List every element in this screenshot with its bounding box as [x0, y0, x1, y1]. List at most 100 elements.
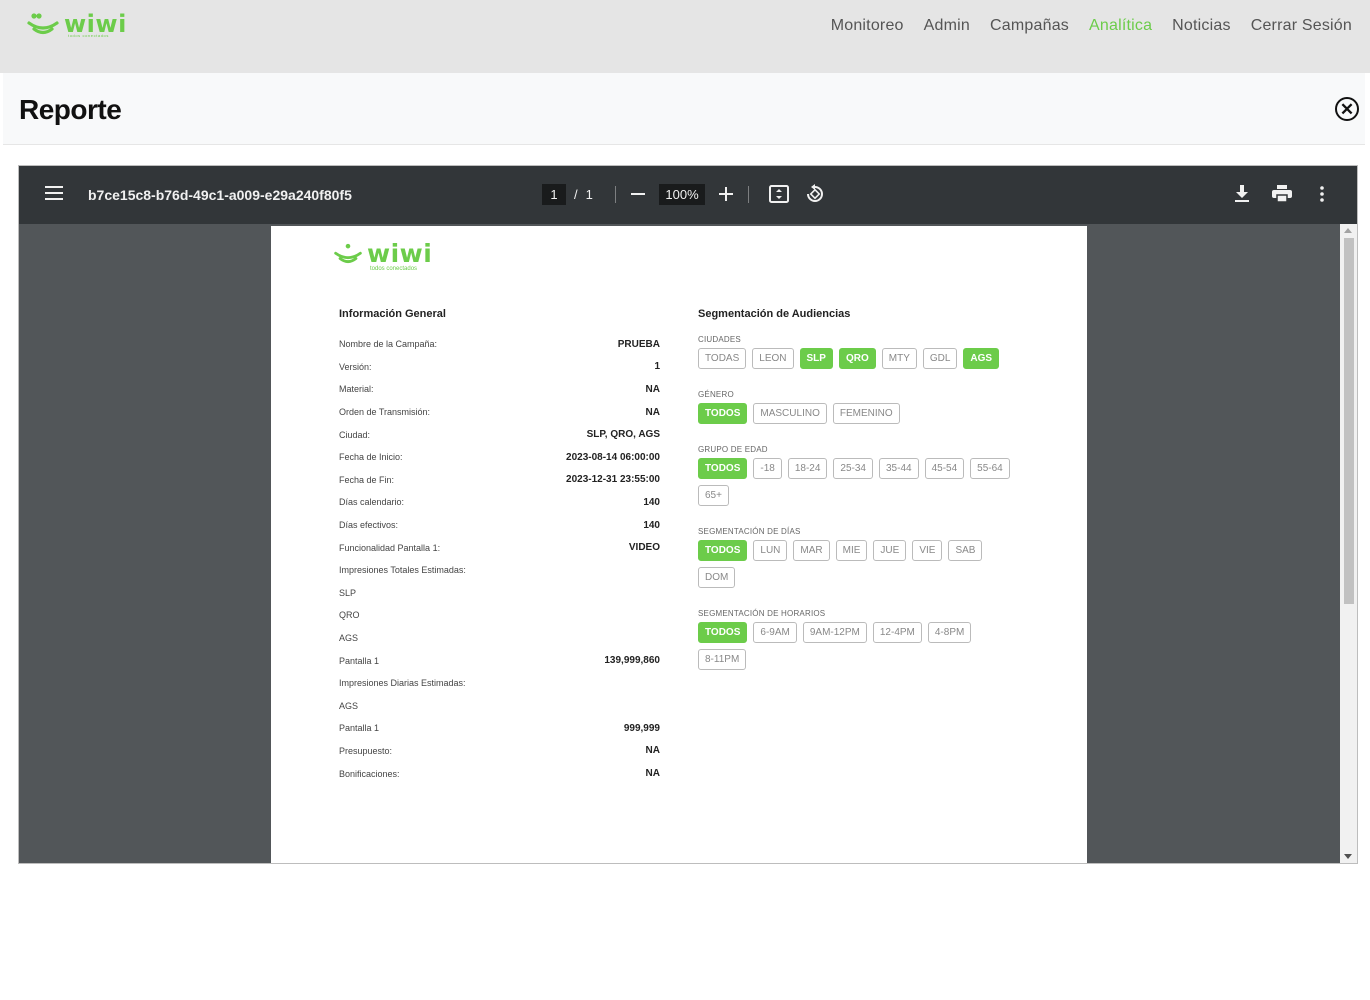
info-label: Días efectivos:: [339, 520, 399, 531]
report-logo-wordmark: wiwi: [367, 239, 433, 268]
segment-chip: AGS: [963, 348, 1000, 369]
main-nav: Monitoreo Admin Campañas Analítica Noticias C…: [811, 17, 1352, 35]
general-info-title: Información General: [339, 308, 446, 320]
segment-chip: FEMENINO: [832, 403, 900, 424]
scroll-down-icon[interactable]: [1344, 854, 1352, 859]
info-row: AGS: [339, 627, 660, 650]
wifi-smile-icon: [334, 243, 362, 264]
info-row: Pantalla 1 139,999,860: [339, 649, 660, 672]
segment-chip: TODOS: [698, 622, 748, 643]
info-row: Pantalla 1 999,999: [339, 717, 660, 740]
segment-chip: 65+: [698, 485, 729, 506]
segment-group-label: GRUPO DE EDAD: [698, 445, 768, 454]
info-label: Fecha de Inicio:: [339, 452, 403, 463]
info-row: Orden de Transmisión: NA: [339, 401, 660, 424]
nav-link-cerrar-sesi-n[interactable]: Cerrar Sesión: [1251, 17, 1352, 35]
scroll-up-icon[interactable]: [1344, 228, 1352, 233]
print-icon[interactable]: [1270, 182, 1294, 206]
info-value: NA: [645, 745, 660, 757]
nav-link-anal-tica[interactable]: Analítica: [1089, 17, 1152, 35]
page-number-input[interactable]: 1: [542, 184, 566, 205]
segment-chip-list: TODOS LUN MAR MIE JUE VIE SAB DOM: [698, 540, 1018, 594]
pdf-page: wiwi todos conectados Información Genera…: [271, 226, 1087, 863]
modal-header: Reporte ✕: [3, 73, 1365, 145]
pdf-viewer: b7ce15c8-b76d-49c1-a009-e29a240f80f5 1 /…: [18, 165, 1358, 864]
pdf-file-name: b7ce15c8-b76d-49c1-a009-e29a240f80f5: [88, 187, 352, 203]
pdf-scrollbar[interactable]: [1340, 224, 1357, 863]
segment-chip: 9AM-12PM: [802, 622, 867, 643]
brand-logo[interactable]: wiwi todos conectados: [26, 12, 127, 38]
info-value: PRUEBA: [617, 338, 660, 350]
nav-link-admin[interactable]: Admin: [924, 17, 970, 35]
scroll-thumb[interactable]: [1344, 238, 1354, 604]
info-label: Orden de Transmisión:: [339, 407, 431, 418]
close-icon[interactable]: ✕: [1335, 97, 1359, 121]
segment-group-label: SEGMENTACIÓN DE HORARIOS: [698, 609, 826, 618]
segment-chip: 12-4PM: [872, 622, 922, 643]
segment-group-label: CIUDADES: [698, 335, 741, 344]
menu-icon[interactable]: [45, 186, 63, 202]
general-info-rows: Nombre de la Campaña: PRUEBA Versión: 1 Mate…: [339, 333, 660, 785]
segmentation-title: Segmentación de Audiencias: [698, 308, 851, 320]
segmentation-groups: CIUDADES TODAS LEON SLP QRO MTY GDL AGS GÉNERO TO…: [698, 335, 1018, 676]
logo-tagline: todos conectados: [68, 33, 109, 38]
segment-chip: LEON: [752, 348, 794, 369]
segment-chip: MASCULINO: [753, 403, 827, 424]
info-value: 1: [654, 361, 660, 373]
segment-group-label: GÉNERO: [698, 390, 734, 399]
more-vert-icon[interactable]: [1310, 182, 1334, 206]
info-value: NA: [645, 768, 660, 780]
total-pages: 1: [585, 187, 593, 202]
segment-chip-list: TODOS 6-9AM 9AM-12PM 12-4PM 4-8PM 8-11PM: [698, 622, 1018, 676]
info-value: 140: [643, 519, 660, 531]
segment-chip: TODAS: [698, 348, 747, 369]
segment-chip: 8-11PM: [698, 649, 747, 670]
info-label: Pantalla 1: [339, 655, 380, 666]
segment-chip: 25-34: [833, 458, 873, 479]
segment-chip: TODOS: [698, 540, 748, 561]
info-label: SLP: [339, 587, 357, 598]
segment-chip: SAB: [948, 540, 983, 561]
info-row: SLP: [339, 582, 660, 605]
zoom-input[interactable]: 100%: [659, 184, 705, 205]
zoom-out-icon[interactable]: [626, 182, 650, 206]
info-label: AGS: [339, 633, 359, 644]
wifi-smile-icon: [27, 13, 59, 35]
info-label: QRO: [339, 610, 360, 621]
segment-chip: 35-44: [879, 458, 919, 479]
top-navbar: wiwi todos conectados Monitoreo Admin Camp…: [0, 0, 1370, 73]
segment-chip: MAR: [793, 540, 830, 561]
segment-chip: 4-8PM: [927, 622, 972, 643]
nav-link-monitoreo[interactable]: Monitoreo: [831, 17, 904, 35]
info-value: 2023-08-14 06:00:00: [566, 451, 660, 463]
toolbar-divider: [748, 186, 749, 203]
segment-chip: VIE: [912, 540, 943, 561]
segment-chip: TODOS: [698, 458, 748, 479]
toolbar-divider: [615, 186, 616, 203]
download-icon[interactable]: [1230, 182, 1254, 206]
info-row: Nombre de la Campaña: PRUEBA: [339, 333, 660, 356]
segment-chip: QRO: [838, 348, 876, 369]
report-logo-tagline: todos conectados: [370, 266, 418, 272]
info-row: Versión: 1: [339, 356, 660, 379]
info-row: Impresiones Totales Estimadas:: [339, 559, 660, 582]
segment-chip: JUE: [873, 540, 907, 561]
segment-chip: SLP: [799, 348, 833, 369]
segment-chip: LUN: [753, 540, 788, 561]
info-label: Impresiones Diarias Estimadas:: [339, 678, 466, 689]
info-row: Fecha de Fin: 2023-12-31 23:55:00: [339, 469, 660, 492]
info-value: 999,999: [623, 722, 660, 734]
segment-chip: TODOS: [698, 403, 748, 424]
zoom-in-icon[interactable]: [714, 182, 738, 206]
info-label: Nombre de la Campaña:: [339, 339, 438, 350]
segment-chip-list: TODOS MASCULINO FEMENINO: [698, 403, 1018, 430]
info-row: Impresiones Diarias Estimadas:: [339, 672, 660, 695]
page-separator: /: [574, 187, 578, 202]
nav-link-campa-as[interactable]: Campañas: [990, 17, 1069, 35]
info-label: Días calendario:: [339, 497, 405, 508]
nav-link-noticias[interactable]: Noticias: [1172, 17, 1231, 35]
fit-page-icon[interactable]: [767, 182, 791, 206]
rotate-icon[interactable]: [803, 182, 827, 206]
report-logo: wiwi todos conectados: [333, 239, 433, 272]
info-row: Días efectivos: 140: [339, 514, 660, 537]
